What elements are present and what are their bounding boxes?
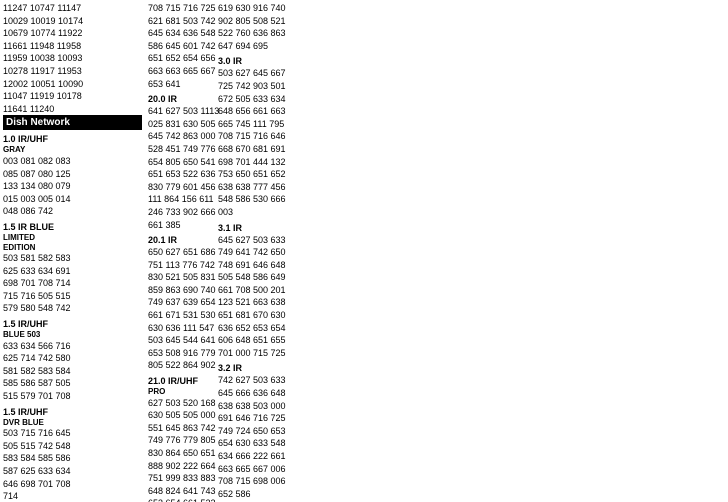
top-numbers-col3: 619 630 916 740 902 805 508 521 522 760 … [218,2,292,52]
ir-section-1-0: 1.0 IR/UHF GRAY 003 081 082 083 085 087 … [3,134,142,218]
ir-section-1-5-uhf-blue-503: 1.5 IR/UHF BLUE 503 633 634 566 716 625 … [3,319,142,403]
ir-section-3-0: 3.0 IR 503 627 645 667 725 742 903 501 6… [218,56,292,218]
ir-section-3-2: 3.2 IR 742 627 503 633 645 666 636 648 6… [218,363,292,500]
main-container: 11247 10747 11147 10029 10019 10174 1067… [0,0,728,502]
ir-section-20-1: 20.1 IR 650 627 651 686 751 113 776 742 … [148,235,212,372]
column-2: 708 715 716 725 621 681 503 742 645 634 … [145,0,215,502]
ir-section-1-5-blue-limited: 1.5 IR BLUE LIMITEDEDITION 503 581 582 5… [3,222,142,315]
ir-section-1-5-dvr-blue: 1.5 IR/UHF DVR BLUE 503 715 716 645 505 … [3,407,142,502]
column-1: 11247 10747 11147 10029 10019 10174 1067… [0,0,145,502]
top-numbers-col2: 708 715 716 725 621 681 503 742 645 634 … [148,2,212,90]
column-3: 619 630 916 740 902 805 508 521 522 760 … [215,0,295,502]
ir-section-20-0: 20.0 IR 641 627 503 1113 025 831 630 505… [148,94,212,231]
top-numbers-col1: 11247 10747 11147 10029 10019 10174 1067… [3,2,142,115]
dish-network-header: Dish Network [3,115,142,130]
ir-section-3-1: 3.1 IR 645 627 503 633 749 641 742 650 7… [218,223,292,360]
ir-section-21-0-pro: 21.0 IR/UHF PRO 627 503 520 168 630 505 … [148,376,212,502]
